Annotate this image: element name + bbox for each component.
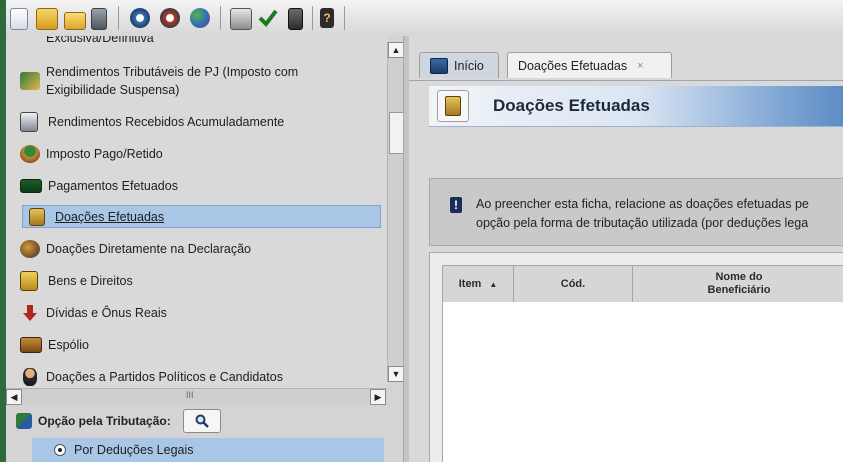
tree-item-doacoes-partidos[interactable]: Doações a Partidos Políticos e Candidato… <box>20 366 380 388</box>
tree-item-rendimentos-acumuladamente[interactable]: Rendimentos Recebidos Acumuladamente <box>20 111 380 133</box>
safe-icon <box>20 271 38 291</box>
tree-item-label: Dívidas e Ônus Reais <box>46 306 167 320</box>
print-icon[interactable] <box>230 8 252 30</box>
open-folder-icon[interactable] <box>36 8 58 30</box>
tree-item-label: Pagamentos Efetuados <box>48 179 178 193</box>
hand-money-icon <box>20 145 40 163</box>
scroll-down-button[interactable]: ▼ <box>388 366 404 382</box>
toolbar-separator <box>344 6 345 30</box>
tree-item-bens-direitos[interactable]: Bens e Direitos <box>20 270 380 292</box>
tree-item-label: Doações a Partidos Políticos e Candidato… <box>46 370 283 384</box>
new-file-icon[interactable] <box>10 8 28 30</box>
navigation-tree: Exclusiva/Definitiva Rendimentos Tributá… <box>6 36 387 390</box>
toolbar-separator <box>118 6 119 30</box>
receive-icon[interactable] <box>160 8 180 28</box>
scroll-up-button[interactable]: ▲ <box>388 42 404 58</box>
chest-icon <box>20 337 42 353</box>
scroll-grip[interactable]: III <box>186 390 194 400</box>
column-header-nome-beneficiario[interactable]: Nome do Beneficiário <box>633 266 843 302</box>
scroll-thumb[interactable] <box>389 112 404 154</box>
tree-item-label: Rendimentos Recebidos Acumuladamente <box>48 115 285 129</box>
candidate-icon <box>23 368 37 386</box>
table-body[interactable] <box>442 302 843 462</box>
radio-button[interactable] <box>54 444 66 456</box>
transmit-icon[interactable] <box>130 8 150 28</box>
tab-label: Início <box>454 58 484 73</box>
tributacao-icon <box>16 413 32 429</box>
radio-deducoes-legais[interactable]: Por Deduções Legais <box>32 438 384 462</box>
info-text-line2: opção pela forma de tributação utilizada… <box>476 216 809 230</box>
tree-item-label: Doações Efetuadas <box>55 209 165 224</box>
column-header-cod[interactable]: Cód. <box>514 266 633 302</box>
scroll-left-button[interactable]: ◀ <box>6 389 22 405</box>
tab-doacoes-efetuadas[interactable]: Doações Efetuadas × <box>507 52 672 78</box>
toolbar-separator <box>220 6 221 30</box>
info-box: ! Ao preencher esta ficha, relacione as … <box>429 178 843 246</box>
toolbar: ? <box>6 0 843 37</box>
tree-item-label: Espólio <box>48 338 89 352</box>
tributacao-search-button[interactable] <box>182 409 221 433</box>
calculator-icon[interactable] <box>288 8 303 30</box>
close-tab-icon[interactable]: × <box>637 60 643 72</box>
page-title: Doações Efetuadas <box>493 96 650 115</box>
tree-item-label: Bens e Direitos <box>48 274 133 288</box>
folder-icon[interactable] <box>64 12 86 30</box>
left-panel: Exclusiva/Definitiva Rendimentos Tributá… <box>6 36 404 462</box>
app-window: ? Exclusiva/Definitiva Rendimentos Tribu… <box>6 0 843 462</box>
tree-item-label: Rendimentos Tributáveis de PJ (Imposto c… <box>46 65 299 79</box>
people-icon <box>20 240 40 258</box>
info-text: Ao preencher esta ficha, relacione as do… <box>476 195 809 233</box>
table-header: Item ▲ Cód. Nome do Beneficiário <box>442 265 843 303</box>
toolbar-separator <box>312 6 313 30</box>
info-icon: ! <box>450 197 462 213</box>
home-icon <box>430 57 448 74</box>
donation-box-icon <box>437 90 469 122</box>
tree-item-label: Doações Diretamente na Declaração <box>46 242 251 256</box>
arrow-down-icon <box>23 305 37 321</box>
tree-item-espolio[interactable]: Espólio <box>20 334 380 356</box>
tree-item-exclusiva[interactable]: Exclusiva/Definitiva <box>20 36 380 46</box>
vertical-scrollbar[interactable]: ▲ ▼ <box>387 42 404 382</box>
tree-item-label: Imposto Pago/Retido <box>46 147 163 161</box>
help-icon[interactable]: ? <box>320 8 334 28</box>
tree-item-label: Exclusiva/Definitiva <box>46 36 154 45</box>
tree-item-dividas[interactable]: Dívidas e Ônus Reais <box>20 302 380 324</box>
column-header-item[interactable]: Item ▲ <box>443 266 514 302</box>
tree-item-doacoes-efetuadas[interactable]: Doações Efetuadas <box>22 205 381 228</box>
data-table: Item ▲ Cód. Nome do Beneficiário <box>429 252 843 462</box>
info-text-line1: Ao preencher esta ficha, relacione as do… <box>476 197 809 211</box>
money-bill-icon <box>20 179 42 193</box>
tree-item-doacoes-diretamente[interactable]: Doações Diretamente na Declaração <box>20 238 380 260</box>
check-icon[interactable] <box>258 8 278 28</box>
globe-icon[interactable] <box>190 8 210 28</box>
tributacao-label: Opção pela Tributação: <box>38 414 171 428</box>
tab-label: Doações Efetuadas <box>518 58 628 73</box>
document-clock-icon <box>20 112 38 132</box>
tree-item-label-line2: Exigibilidade Suspensa) <box>46 83 180 97</box>
tree-item-imposto-pago[interactable]: Imposto Pago/Retido <box>20 143 380 165</box>
tributacao-option-row: Opção pela Tributação: <box>6 406 403 436</box>
tree-item-pagamentos[interactable]: Pagamentos Efetuados <box>20 175 380 197</box>
scroll-right-button[interactable]: ▶ <box>370 389 386 405</box>
building-money-icon <box>20 72 40 90</box>
radio-label: Por Deduções Legais <box>74 443 194 457</box>
horizontal-scrollbar[interactable]: ◀ III ▶ <box>6 388 387 405</box>
donation-box-icon <box>29 207 45 226</box>
tree-item-rendimentos-pj-suspensa[interactable]: Rendimentos Tributáveis de PJ (Imposto c… <box>20 64 380 98</box>
trash-icon[interactable] <box>91 8 107 30</box>
sort-asc-icon: ▲ <box>489 279 498 289</box>
tab-inicio[interactable]: Início <box>419 52 499 78</box>
tab-bar: Início Doações Efetuadas × <box>409 36 843 81</box>
search-icon <box>195 414 209 428</box>
right-panel: Início Doações Efetuadas × Doações Efetu… <box>409 36 843 462</box>
panel-header: Doações Efetuadas <box>429 86 843 127</box>
